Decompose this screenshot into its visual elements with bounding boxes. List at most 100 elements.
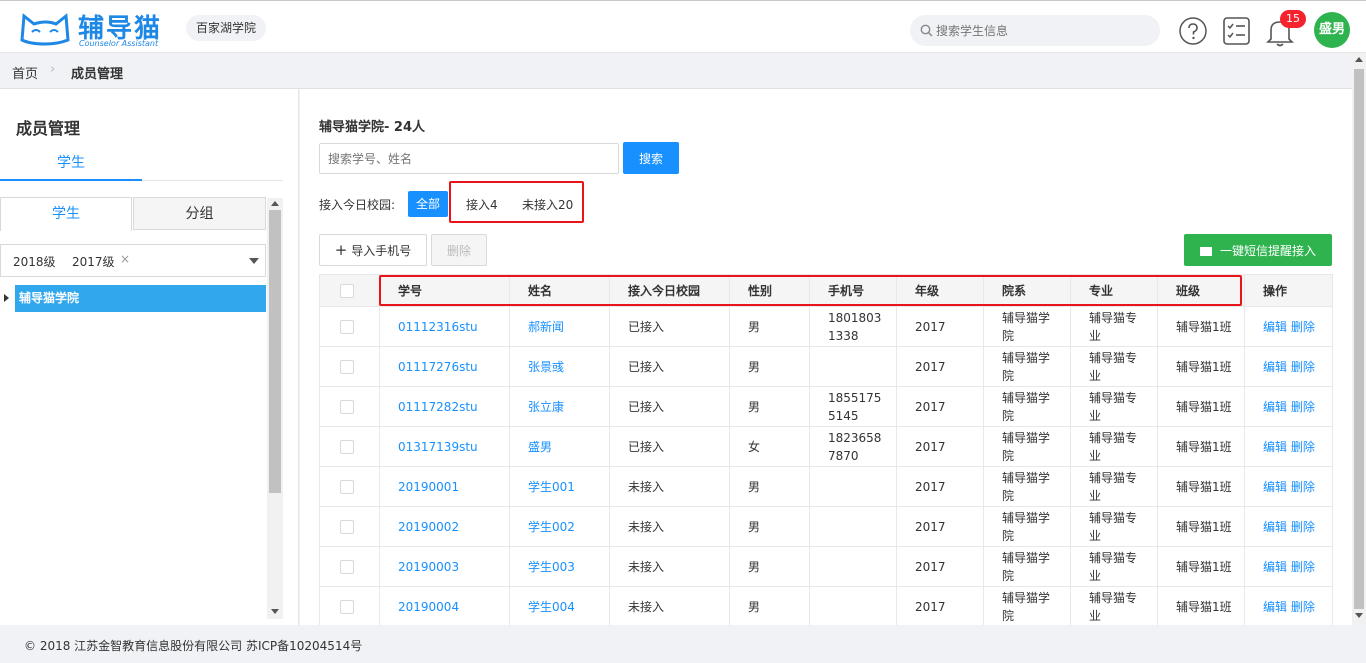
- row-select-cell[interactable]: [319, 586, 380, 627]
- cell-student-id[interactable]: 01117282stu: [379, 386, 510, 427]
- cell-department: 辅导猫学院: [983, 466, 1071, 507]
- table-row: 01112316stu 郝新闻 已接入男 18018031338 2017 辅导猫学院 辅导…: [319, 306, 1333, 347]
- cell-department: 辅导猫学院: [983, 346, 1071, 387]
- cell-actions[interactable]: 编辑 删除: [1244, 346, 1333, 387]
- page-scroll-thumb[interactable]: [1354, 69, 1364, 609]
- cell-actions[interactable]: 编辑 删除: [1244, 386, 1333, 427]
- cell-student-id[interactable]: 01112316stu: [379, 306, 510, 347]
- select-all-checkbox[interactable]: [340, 284, 354, 298]
- cell-name[interactable]: 学生001: [509, 466, 610, 507]
- clear-grade-icon[interactable]: ×: [120, 252, 130, 266]
- cell-grade: 2017: [896, 466, 984, 507]
- cell-name[interactable]: 张景彧: [509, 346, 610, 387]
- cell-student-id[interactable]: 20190004: [379, 586, 510, 627]
- grade-select[interactable]: 2018级 2017级 ×: [0, 244, 266, 277]
- segment-student[interactable]: 学生: [0, 197, 132, 231]
- select-all-cell[interactable]: [319, 274, 380, 307]
- row-checkbox[interactable]: [340, 560, 354, 574]
- tab-students[interactable]: 学生: [0, 145, 142, 181]
- filter-all-button[interactable]: 全部: [408, 191, 448, 217]
- page-scroll-up-icon[interactable]: [1355, 57, 1363, 62]
- user-avatar[interactable]: 盛男: [1314, 12, 1350, 48]
- cell-name[interactable]: 盛男: [509, 426, 610, 467]
- scroll-down-icon[interactable]: [271, 609, 279, 614]
- row-select-cell[interactable]: [319, 506, 380, 547]
- search-button[interactable]: 搜索: [623, 142, 679, 174]
- row-checkbox[interactable]: [340, 520, 354, 534]
- cell-class: 辅导猫1班: [1157, 386, 1245, 427]
- cell-gender: 男: [729, 466, 810, 507]
- cell-student-id[interactable]: 20190002: [379, 506, 510, 547]
- cell-major: 辅导猫专业: [1070, 546, 1158, 587]
- help-icon[interactable]: [1178, 16, 1208, 46]
- student-search-input[interactable]: [319, 143, 619, 174]
- scroll-up-icon[interactable]: [271, 201, 279, 206]
- global-search[interactable]: [910, 15, 1160, 46]
- cell-actions[interactable]: 编辑 删除: [1244, 586, 1333, 627]
- page-scrollbar[interactable]: [1352, 53, 1366, 625]
- cell-phone: [809, 466, 897, 507]
- cell-major: 辅导猫专业: [1070, 306, 1158, 347]
- app-logo[interactable]: 辅导猫 Counselor Assistant: [18, 8, 168, 48]
- row-select-cell[interactable]: [319, 386, 380, 427]
- plus-icon: +: [334, 241, 348, 259]
- import-phone-button[interactable]: + 导入手机号: [319, 234, 427, 266]
- breadcrumb-home[interactable]: 首页: [12, 63, 38, 82]
- row-select-cell[interactable]: [319, 306, 380, 347]
- sms-remind-button[interactable]: 一键短信提醒接入: [1184, 234, 1332, 266]
- cell-student-id[interactable]: 01117276stu: [379, 346, 510, 387]
- row-select-cell[interactable]: [319, 346, 380, 387]
- row-checkbox[interactable]: [340, 480, 354, 494]
- highlight-box-filter: [449, 181, 584, 223]
- page-scroll-down-icon[interactable]: [1355, 613, 1363, 618]
- cell-actions[interactable]: 编辑 删除: [1244, 426, 1333, 467]
- row-select-cell[interactable]: [319, 466, 380, 507]
- cell-grade: 2017: [896, 346, 984, 387]
- row-checkbox[interactable]: [340, 600, 354, 614]
- cell-grade: 2017: [896, 386, 984, 427]
- cell-actions[interactable]: 编辑 删除: [1244, 466, 1333, 507]
- cell-campus-status: 未接入: [609, 546, 730, 587]
- cell-gender: 男: [729, 506, 810, 547]
- row-checkbox[interactable]: [340, 360, 354, 374]
- cell-name[interactable]: 学生002: [509, 506, 610, 547]
- row-checkbox[interactable]: [340, 400, 354, 414]
- top-header: 辅导猫 Counselor Assistant 百家湖学院 15 盛男: [0, 0, 1366, 53]
- cell-name[interactable]: 张立康: [509, 386, 610, 427]
- cell-class: 辅导猫1班: [1157, 506, 1245, 547]
- cell-gender: 女: [729, 426, 810, 467]
- cell-campus-status: 已接入: [609, 346, 730, 387]
- cat-logo-icon: [20, 13, 70, 46]
- cell-name[interactable]: 学生004: [509, 586, 610, 627]
- cell-department: 辅导猫学院: [983, 426, 1071, 467]
- cell-student-id[interactable]: 01317139stu: [379, 426, 510, 467]
- cell-actions[interactable]: 编辑 删除: [1244, 546, 1333, 587]
- segment-group[interactable]: 分组: [133, 197, 266, 230]
- global-search-input[interactable]: [936, 21, 1146, 41]
- cell-gender: 男: [729, 586, 810, 627]
- cell-campus-status: 未接入: [609, 586, 730, 627]
- sidebar-scroll-thumb[interactable]: [269, 210, 281, 493]
- delete-button[interactable]: 删除: [431, 234, 487, 266]
- sidebar-title: 成员管理: [16, 119, 81, 138]
- task-list-icon[interactable]: [1222, 16, 1251, 46]
- cell-phone: [809, 506, 897, 547]
- cell-student-id[interactable]: 20190003: [379, 546, 510, 587]
- row-select-cell[interactable]: [319, 426, 380, 467]
- cell-grade: 2017: [896, 506, 984, 547]
- row-checkbox[interactable]: [340, 320, 354, 334]
- cell-actions[interactable]: 编辑 删除: [1244, 306, 1333, 347]
- sidebar-scrollbar[interactable]: [267, 198, 283, 619]
- row-checkbox[interactable]: [340, 440, 354, 454]
- cell-actions[interactable]: 编辑 删除: [1244, 506, 1333, 547]
- tree-expand-icon[interactable]: [4, 294, 9, 302]
- cell-campus-status: 未接入: [609, 466, 730, 507]
- dropdown-arrow-icon[interactable]: [249, 258, 259, 264]
- tree-node-college[interactable]: 辅导猫学院: [15, 285, 266, 312]
- college-switcher[interactable]: 百家湖学院: [186, 15, 267, 41]
- cell-name[interactable]: 学生003: [509, 546, 610, 587]
- cell-student-id[interactable]: 20190001: [379, 466, 510, 507]
- row-select-cell[interactable]: [319, 546, 380, 587]
- logo-subtitle: Counselor Assistant: [79, 39, 159, 48]
- cell-name[interactable]: 郝新闻: [509, 306, 610, 347]
